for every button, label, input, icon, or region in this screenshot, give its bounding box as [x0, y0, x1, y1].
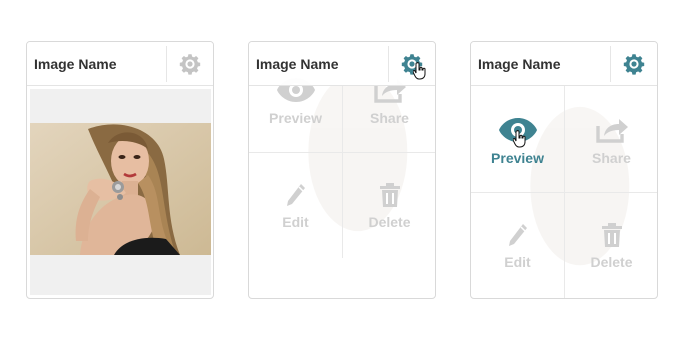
- card-header: Image Name: [27, 42, 213, 86]
- header-divider: [610, 46, 611, 82]
- card-title: Image Name: [478, 56, 561, 72]
- edit-action[interactable]: Edit: [471, 222, 564, 270]
- gear-icon[interactable]: [622, 52, 646, 76]
- share-label: Share: [370, 110, 409, 126]
- card-header: Image Name: [471, 42, 657, 86]
- trash-icon: [601, 223, 622, 247]
- pencil-icon: [286, 184, 305, 206]
- image-card-default: Image Name: [26, 41, 214, 299]
- action-grid: Preview Share Edit Delete: [471, 86, 657, 298]
- edit-label: Edit: [504, 254, 531, 270]
- preview-action[interactable]: Preview: [471, 116, 564, 166]
- gear-icon[interactable]: [400, 52, 424, 76]
- delete-label: Delete: [368, 214, 411, 230]
- image-card-menu-open: Image Name Preview Share Edit Delete: [470, 41, 658, 299]
- card-title: Image Name: [256, 56, 339, 72]
- share-icon: [595, 119, 628, 143]
- grid-divider-horizontal: [471, 192, 657, 193]
- gear-icon[interactable]: [178, 52, 202, 76]
- share-label: Share: [592, 150, 631, 166]
- eye-icon: [498, 118, 537, 142]
- image-area: [30, 89, 211, 295]
- image-thumbnail[interactable]: [30, 123, 211, 255]
- preview-label: Preview: [269, 110, 322, 126]
- trash-icon: [379, 183, 400, 207]
- delete-action[interactable]: Delete: [565, 222, 657, 270]
- pencil-icon: [508, 224, 527, 246]
- card-title: Image Name: [34, 56, 117, 72]
- card-header: Image Name: [249, 42, 435, 86]
- delete-action[interactable]: Delete: [343, 182, 435, 230]
- edit-action[interactable]: Edit: [249, 182, 342, 230]
- delete-label: Delete: [590, 254, 633, 270]
- share-action[interactable]: Share: [565, 116, 657, 166]
- preview-label: Preview: [491, 150, 544, 166]
- header-divider: [166, 46, 167, 82]
- image-card-gear-hover: Preview Share Edit Delete Image Name: [248, 41, 436, 299]
- edit-label: Edit: [282, 214, 309, 230]
- grid-divider-horizontal: [249, 152, 435, 153]
- header-divider: [388, 46, 389, 82]
